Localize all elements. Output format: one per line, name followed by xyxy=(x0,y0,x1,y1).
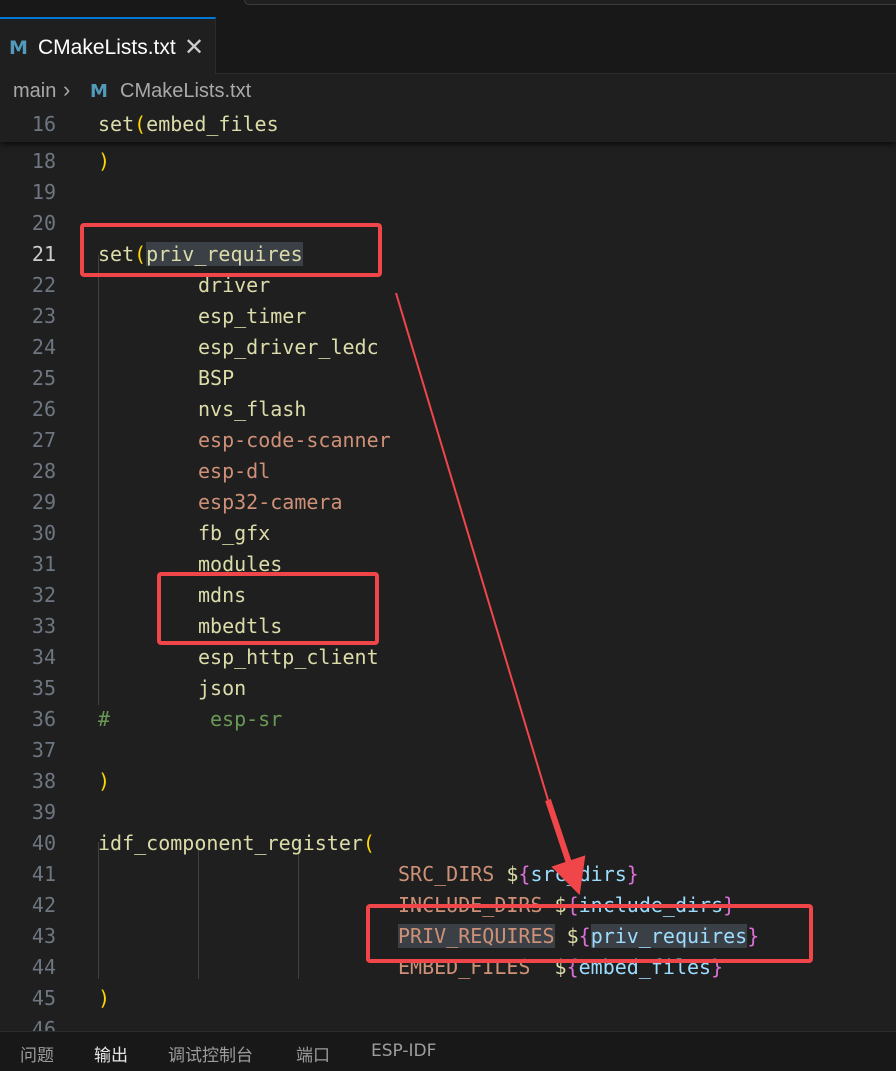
cmake-file-icon: M xyxy=(9,37,28,59)
code-line[interactable]: 33 mbedtls xyxy=(0,611,896,642)
code-line[interactable]: 32 mdns xyxy=(0,580,896,611)
code-line-active[interactable]: 21 set(priv_requires xyxy=(0,239,896,270)
close-icon[interactable]: ✕ xyxy=(184,33,204,61)
tab-output[interactable]: 输出 xyxy=(94,1041,128,1066)
breadcrumb-file[interactable]: CMakeLists.txt xyxy=(120,80,251,103)
code-line[interactable]: 40 idf_component_register( xyxy=(0,828,896,859)
code-line[interactable]: 38 ) xyxy=(0,766,896,797)
code-line[interactable]: 18 ) xyxy=(0,146,896,177)
code-line[interactable]: 45 ) xyxy=(0,983,896,1014)
tab-esp-idf[interactable]: ESP-IDF xyxy=(371,1041,436,1061)
code-line[interactable]: 35 json xyxy=(0,673,896,704)
code-line[interactable]: 44 EMBED_FILES ${embed_files} xyxy=(0,952,896,983)
code-line[interactable]: 22 driver xyxy=(0,270,896,301)
code-line[interactable]: 29 esp32-camera xyxy=(0,487,896,518)
tab-cmakelists[interactable]: M CMakeLists.txt ✕ xyxy=(0,17,216,74)
code-editor[interactable]: 16 set(embed_files 18 ) 19 20 21 set(pri… xyxy=(0,109,896,1031)
code-line[interactable]: 28 esp-dl xyxy=(0,456,896,487)
code-line[interactable]: 19 xyxy=(0,177,896,208)
tab-problems[interactable]: 问题 xyxy=(20,1041,54,1066)
code-line[interactable]: 26 nvs_flash xyxy=(0,394,896,425)
code-line[interactable]: 30 fb_gfx xyxy=(0,518,896,549)
cmake-file-icon: M xyxy=(90,81,108,102)
code-line[interactable]: 46 xyxy=(0,1014,896,1031)
tab-debug-console[interactable]: 调试控制台 xyxy=(168,1041,253,1066)
code-line[interactable]: 27 esp-code-scanner xyxy=(0,425,896,456)
code-line[interactable]: 24 esp_driver_ledc xyxy=(0,332,896,363)
code-line[interactable]: 43 PRIV_REQUIRES ${priv_requires} xyxy=(0,921,896,952)
tab-bar: M CMakeLists.txt ✕ xyxy=(0,0,896,74)
code-line-comment[interactable]: 36 # esp-sr xyxy=(0,704,896,735)
code-line[interactable]: 39 xyxy=(0,797,896,828)
tab-ports[interactable]: 端口 xyxy=(296,1041,330,1066)
highlighted-symbol: priv_requires xyxy=(146,242,303,266)
code-line[interactable]: 23 esp_timer xyxy=(0,301,896,332)
code-line[interactable]: 20 xyxy=(0,208,896,239)
title-search-strip[interactable] xyxy=(244,0,896,5)
code-line[interactable]: 25 BSP xyxy=(0,363,896,394)
sticky-scroll-line[interactable]: 16 set(embed_files xyxy=(0,109,896,142)
code-line[interactable]: 42 INCLUDE_DIRS ${include_dirs} xyxy=(0,890,896,921)
code-line[interactable]: 31 modules xyxy=(0,549,896,580)
panel-tab-bar: 问题 输出 调试控制台 端口 ESP-IDF xyxy=(0,1031,896,1071)
breadcrumb-folder[interactable]: main xyxy=(13,80,56,103)
chevron-right-icon: › xyxy=(63,77,71,102)
code-line[interactable]: 37 xyxy=(0,735,896,766)
highlighted-symbol: priv_requires xyxy=(590,924,748,948)
breadcrumb: main › M CMakeLists.txt xyxy=(0,76,896,110)
tab-label: CMakeLists.txt xyxy=(38,36,176,59)
code-line[interactable]: 41 SRC_DIRS ${src_dirs} xyxy=(0,859,896,890)
code-line[interactable]: 34 esp_http_client xyxy=(0,642,896,673)
